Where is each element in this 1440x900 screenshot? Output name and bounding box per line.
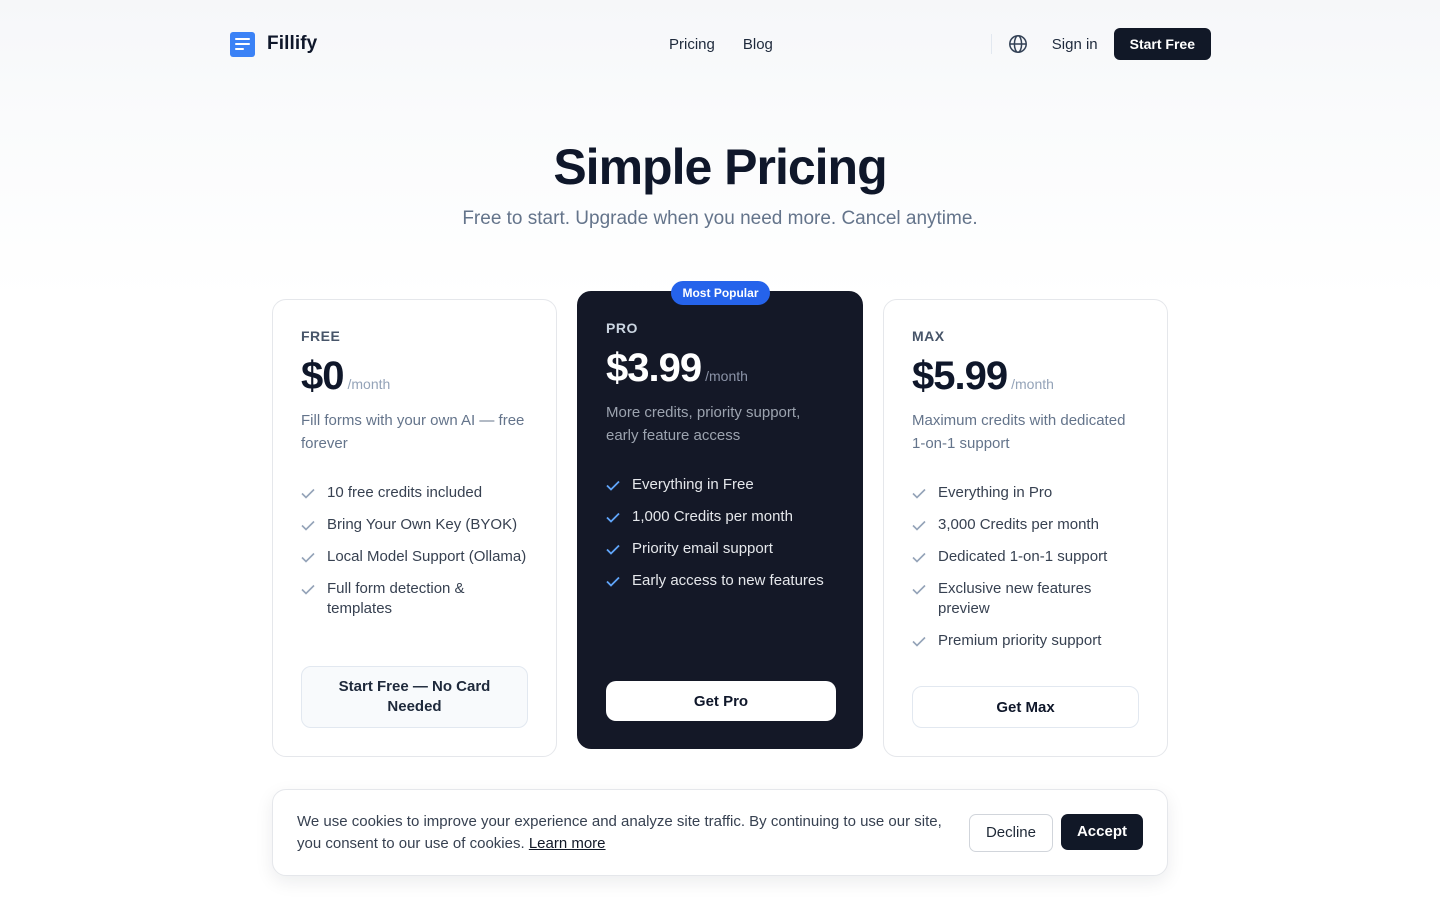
learn-more-link[interactable]: Learn more	[529, 835, 606, 852]
start-free-button[interactable]: Start Free	[1113, 28, 1211, 60]
feature-label: 10 free credits included	[327, 484, 483, 501]
feature-item: Everything in Free	[606, 475, 834, 495]
globe-icon[interactable]	[1008, 34, 1028, 54]
check-icon	[301, 483, 315, 503]
check-icon	[606, 475, 620, 495]
check-icon	[301, 547, 315, 567]
feature-item: Local Model Support (Ollama)	[301, 547, 528, 567]
check-icon	[912, 547, 926, 567]
sign-in-link[interactable]: Sign in	[1052, 36, 1098, 53]
feature-label: Bring Your Own Key (BYOK)	[327, 516, 518, 533]
check-icon	[912, 483, 926, 503]
decline-button[interactable]: Decline	[968, 813, 1053, 852]
nav-pricing[interactable]: Pricing	[669, 36, 715, 53]
feature-item: Bring Your Own Key (BYOK)	[301, 515, 528, 535]
feature-item: Priority email support	[606, 539, 834, 559]
feature-item: 1,000 Credits per month	[606, 507, 834, 527]
feature-item: Full form detection & templates	[301, 579, 528, 619]
page-subtitle: Free to start. Upgrade when you need mor…	[462, 208, 978, 229]
check-icon	[606, 539, 620, 559]
feature-item: Exclusive new features preview	[912, 579, 1139, 619]
plan-card-pro: Most Popular PRO $3.99 /month More credi…	[577, 281, 863, 749]
check-icon	[606, 507, 620, 527]
feature-item: Early access to new features	[606, 571, 834, 591]
page-title: Simple Pricing	[553, 139, 887, 195]
plan-price: $3.99	[606, 346, 702, 390]
feature-list: Everything in Free 1,000 Credits per mon…	[606, 475, 834, 591]
feature-label: Priority email support	[632, 540, 773, 557]
check-icon	[301, 515, 315, 535]
price-row: $0 /month	[301, 354, 528, 399]
feature-label: Everything in Free	[632, 476, 754, 493]
feature-label: 3,000 Credits per month	[938, 516, 1099, 533]
plan-card-free: FREE $0 /month Fill forms with your own …	[272, 299, 557, 757]
plan-description: More credits, priority support, early fe…	[606, 404, 801, 444]
plan-card-max: MAX $5.99 /month Maximum credits with de…	[883, 299, 1168, 757]
check-icon	[912, 515, 926, 535]
feature-label: Everything in Pro	[938, 484, 1053, 501]
check-icon	[912, 579, 926, 599]
feature-label: 1,000 Credits per month	[632, 508, 793, 525]
main-nav: Pricing Blog	[669, 36, 773, 53]
feature-item: Dedicated 1-on-1 support	[912, 547, 1139, 567]
feature-item: Premium priority support	[912, 631, 1139, 651]
plan-price: $5.99	[912, 354, 1008, 398]
plan-tier: MAX	[912, 328, 945, 344]
check-icon	[912, 631, 926, 651]
plan-description: Fill forms with your own AI — free forev…	[301, 412, 525, 452]
accept-button[interactable]: Accept	[1060, 813, 1143, 850]
pricing-page: Fillify Pricing Blog Sign in Start Free …	[0, 0, 1440, 900]
cookie-text: We use cookies to improve your experienc…	[297, 812, 942, 852]
feature-label: Full form detection & templates	[327, 580, 465, 617]
cookie-banner: We use cookies to improve your experienc…	[272, 789, 1168, 876]
feature-item: 10 free credits included	[301, 483, 528, 503]
price-row: $5.99 /month	[912, 354, 1139, 399]
most-popular-badge: Most Popular	[671, 281, 770, 305]
header-divider	[990, 34, 992, 54]
feature-item: Everything in Pro	[912, 483, 1139, 503]
header-actions: Sign in Start Free	[990, 28, 1211, 60]
feature-item: 3,000 Credits per month	[912, 515, 1139, 535]
price-row: $3.99 /month	[606, 346, 834, 391]
plan-price: $0	[301, 354, 344, 398]
check-icon	[301, 579, 315, 599]
feature-list: Everything in Pro 3,000 Credits per mont…	[912, 483, 1139, 651]
plan-description: Maximum credits with dedicated 1-on-1 su…	[912, 412, 1126, 452]
get-max-button[interactable]: Get Max	[912, 686, 1139, 728]
brand-name: Fillify	[267, 33, 318, 54]
feature-list: 10 free credits included Bring Your Own …	[301, 483, 528, 619]
plan-tier: PRO	[606, 320, 638, 336]
nav-blog[interactable]: Blog	[743, 36, 773, 53]
brand-link[interactable]: Fillify	[230, 31, 318, 57]
document-list-icon	[230, 31, 255, 57]
check-icon	[606, 571, 620, 591]
plan-period: /month	[1011, 376, 1054, 392]
plan-period: /month	[705, 368, 748, 384]
cookie-message: We use cookies to improve your experienc…	[297, 811, 947, 855]
feature-label: Premium priority support	[938, 632, 1102, 649]
site-header: Fillify Pricing Blog Sign in Start Free	[230, 28, 1211, 60]
cookie-actions: Decline Accept	[968, 813, 1143, 852]
start-free-no-card-button[interactable]: Start Free — No Card Needed	[301, 666, 528, 728]
feature-label: Exclusive new features preview	[938, 580, 1092, 617]
plan-tier: FREE	[301, 328, 341, 344]
get-pro-button[interactable]: Get Pro	[606, 681, 836, 721]
feature-label: Local Model Support (Ollama)	[327, 548, 527, 565]
feature-label: Early access to new features	[632, 572, 824, 589]
plan-period: /month	[347, 376, 391, 392]
feature-label: Dedicated 1-on-1 support	[938, 548, 1108, 565]
